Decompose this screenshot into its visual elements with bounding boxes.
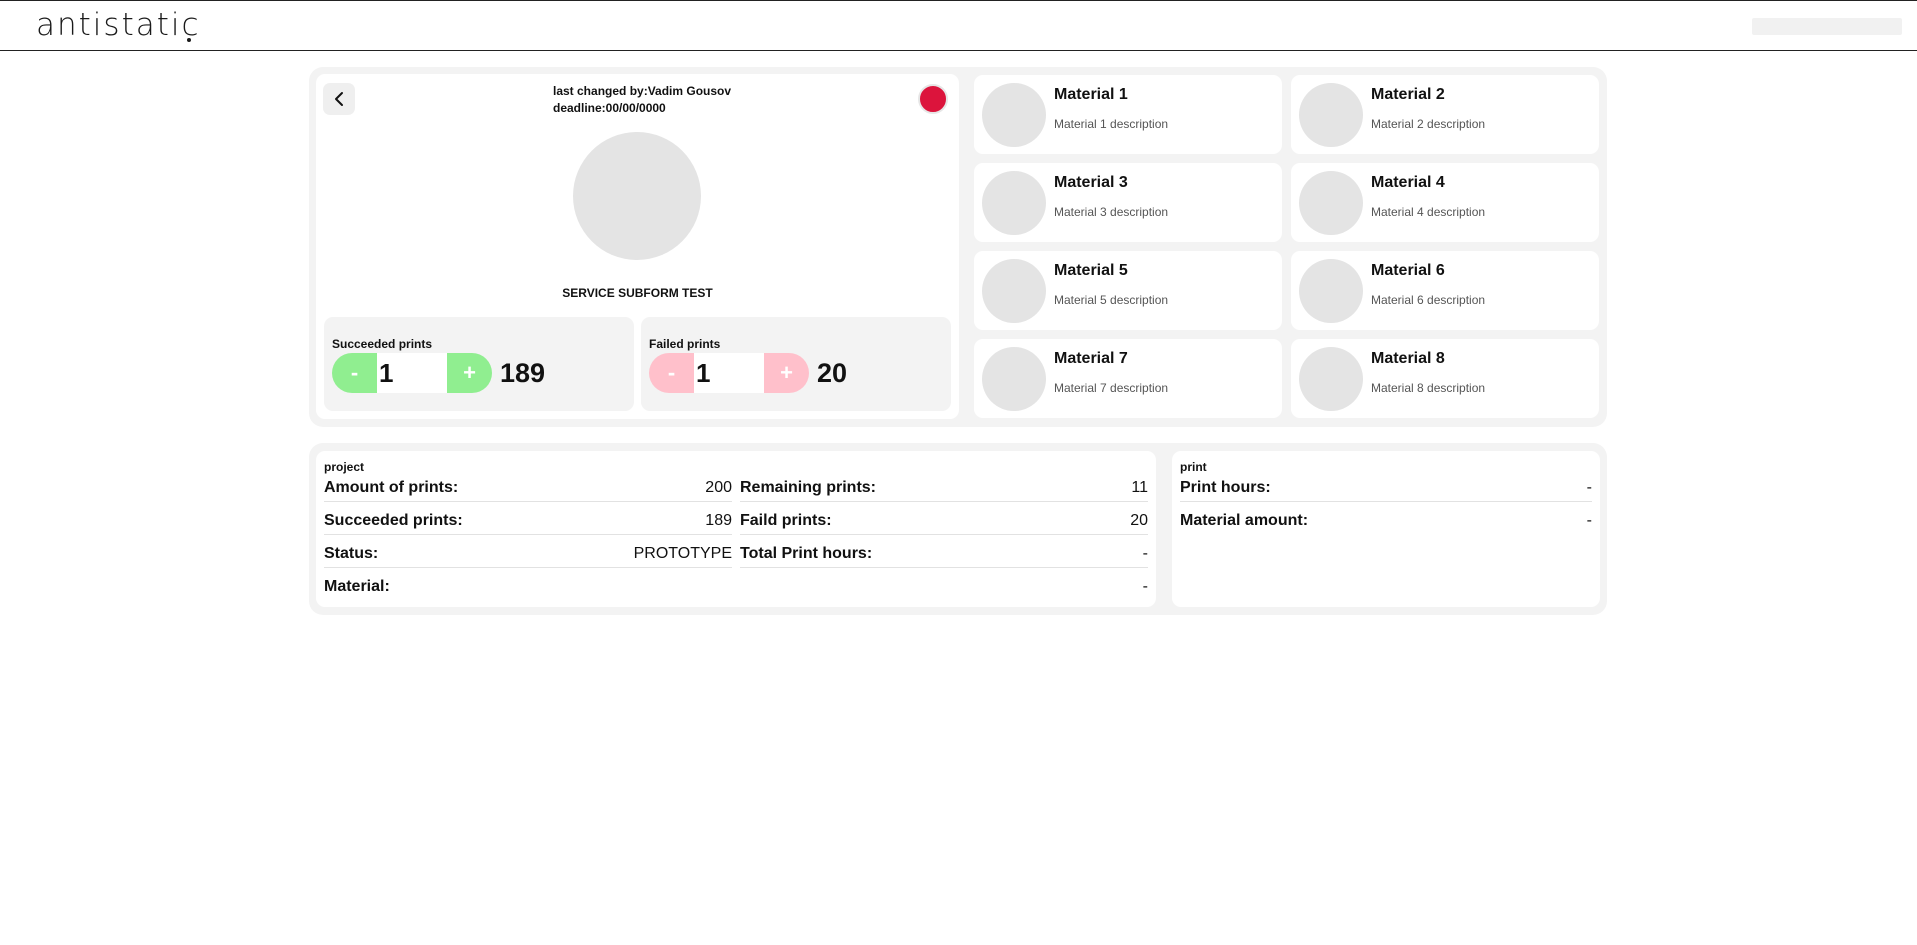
amount-of-prints-label: Amount of prints: [324,478,459,496]
succeeded-prints-stat-value: 189 [705,511,732,529]
print-hours-label: Print hours: [1180,478,1271,496]
material-amount-value: - [1586,512,1592,529]
total-print-hours-row: Total Print hours: - [740,540,1148,568]
failed-stepper: - + 20 [649,353,847,393]
material-amount-row: Material amount: - [1180,507,1592,535]
material-image-placeholder [1299,83,1363,147]
material-image-placeholder [982,171,1046,235]
material-description: Material 3 description [1054,205,1169,219]
material-description: Material 6 description [1371,293,1486,307]
succeeded-increment-button[interactable]: + [447,353,492,393]
logo[interactable]: antistatic [36,7,201,43]
material-card[interactable]: Material 6 Material 6 description [1291,251,1599,330]
failed-prints-stat-value: 20 [1130,511,1148,529]
material-label: Material: [324,578,390,595]
succeeded-total: 189 [500,357,546,388]
material-value: - [1142,578,1148,595]
top-header: antistatic [0,0,1917,51]
material-name: Material 7 [1054,350,1128,367]
succeeded-prints-label: Succeeded prints [332,337,433,351]
material-image-placeholder [982,83,1046,147]
total-print-hours-label: Total Print hours: [740,544,873,562]
amount-of-prints-value: 200 [705,478,732,496]
chevron-left-icon [335,92,343,106]
material-name: Material 3 [1054,174,1128,191]
failed-decrement-button[interactable]: - [649,353,694,393]
material-name: Material 8 [1371,350,1445,367]
material-description: Material 7 description [1054,381,1169,395]
status-indicator[interactable] [918,84,948,114]
failed-prints-label: Failed prints [649,337,721,351]
material-name: Material 5 [1054,262,1128,279]
print-hours-row: Print hours: - [1180,474,1592,502]
remaining-prints-row: Remaining prints: 11 [740,474,1148,502]
back-button[interactable] [323,83,355,115]
material-card[interactable]: Material 4 Material 4 description [1291,163,1599,242]
material-image-placeholder [1299,171,1363,235]
succeeded-stepper: - + 189 [332,353,545,393]
remaining-prints-label: Remaining prints: [740,478,877,496]
failed-quantity-input[interactable] [694,353,764,393]
last-changed-text: last changed by:Vadim Gousov [553,84,732,98]
succeeded-prints-stat-label: Succeeded prints: [324,511,463,529]
material-description: Material 8 description [1371,381,1486,395]
material-card[interactable]: Material 2 Material 2 description [1291,75,1599,154]
material-description: Material 4 description [1371,205,1486,219]
material-card[interactable]: Material 7 Material 7 description [974,339,1282,418]
material-name: Material 4 [1371,174,1445,191]
material-description: Material 5 description [1054,293,1169,307]
material-card[interactable]: Material 3 Material 3 description [974,163,1282,242]
status-value: PROTOTYPE [633,544,732,562]
material-name: Material 2 [1371,86,1445,103]
material-name: Material 1 [1054,86,1128,103]
material-image-placeholder [982,259,1046,323]
succeeded-prints-row: Succeeded prints: 189 [324,507,732,535]
print-section-label: print [1180,460,1207,474]
service-title: SERVICE SUBFORM TEST [562,286,713,300]
material-name: Material 6 [1371,262,1445,279]
deadline-text: deadline:00/00/0000 [553,101,666,115]
header-search-box[interactable] [1752,18,1902,35]
succeeded-decrement-button[interactable]: - [332,353,377,393]
status-label: Status: [324,544,379,562]
print-hours-value: - [1586,478,1592,496]
material-amount-label: Material amount: [1180,512,1309,529]
material-description: Material 2 description [1371,117,1486,131]
failed-prints-counter: Failed prints - + 20 [641,317,951,411]
logo-dot [187,38,191,42]
material-card[interactable]: Material 1 Material 1 description [974,75,1282,154]
succeeded-prints-counter: Succeeded prints - + 189 [324,317,634,411]
amount-of-prints-row: Amount of prints: 200 [324,474,732,502]
total-print-hours-value: - [1142,544,1148,562]
failed-prints-stat-label: Faild prints: [740,511,832,529]
material-image-placeholder [982,347,1046,411]
failed-increment-button[interactable]: + [764,353,809,393]
material-card[interactable]: Material 8 Material 8 description [1291,339,1599,418]
material-description: Material 1 description [1054,117,1169,131]
material-card[interactable]: Material 5 Material 5 description [974,251,1282,330]
material-image-placeholder [1299,347,1363,411]
project-section-label: project [324,460,365,474]
service-image-placeholder [573,132,701,260]
succeeded-quantity-input[interactable] [377,353,447,393]
failed-total: 20 [817,357,848,388]
material-row: Material: - [324,573,1148,601]
material-image-placeholder [1299,259,1363,323]
remaining-prints-value: 11 [1131,478,1148,496]
status-row: Status: PROTOTYPE [324,540,732,568]
failed-prints-row: Faild prints: 20 [740,507,1148,535]
